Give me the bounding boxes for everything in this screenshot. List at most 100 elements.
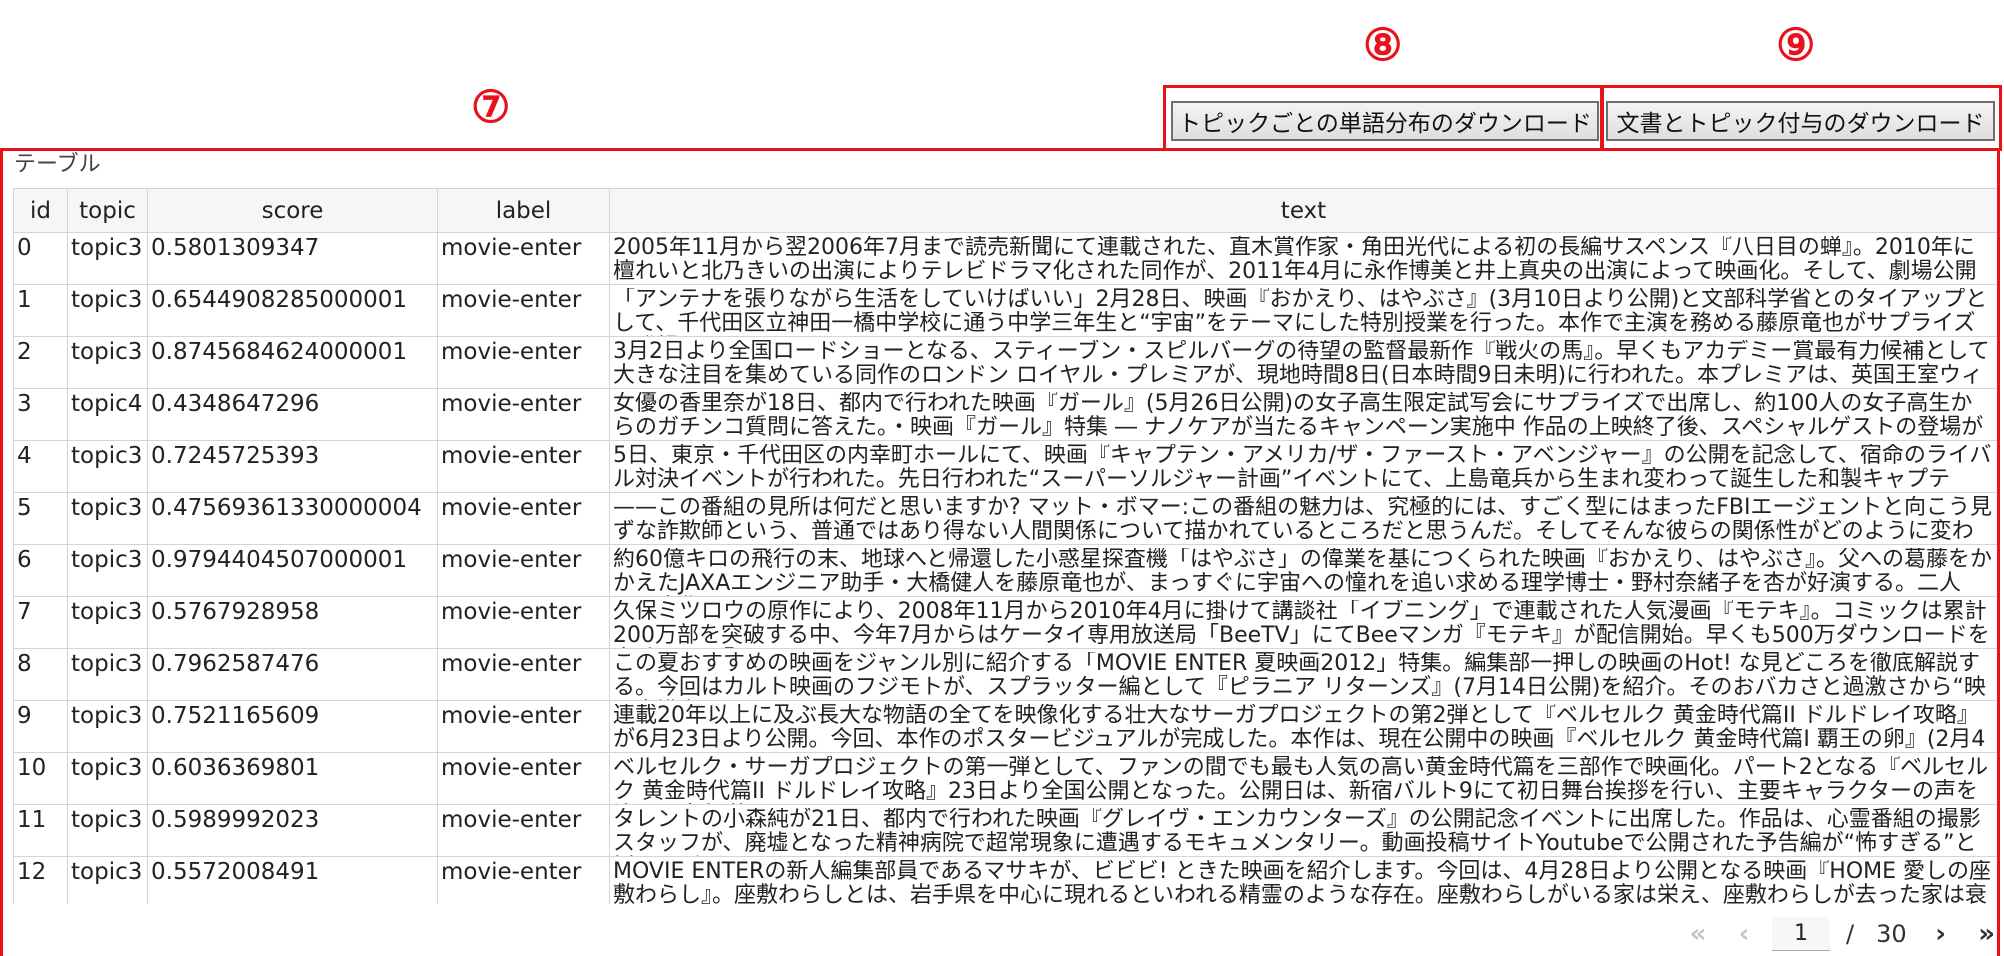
cell-label: movie-enter xyxy=(437,544,610,597)
cell-text: 女優の香里奈が18日、都内で行われた映画『ガール』(5月26日公開)の女子高生限… xyxy=(609,388,1997,441)
column-header-id[interactable]: id xyxy=(13,188,68,233)
cell-text: MOVIE ENTERの新人編集部員であるマサキが、ビビビ! ときた映画を紹介し… xyxy=(609,856,1997,904)
annotation-marker-7: ⑦ xyxy=(471,82,511,133)
column-header-topic[interactable]: topic xyxy=(67,188,148,233)
cell-text-content: 5日、東京・千代田区の内幸町ホールにて、映画『キャプテン・アメリカ/ザ・ファース… xyxy=(613,444,1992,492)
column-header-text[interactable]: text xyxy=(609,188,1997,233)
table-row[interactable]: 9 topic3 0.7521165609 movie-enter 連載20年以上に及ぶ… xyxy=(13,700,1997,753)
cell-topic: topic4 xyxy=(67,388,148,441)
cell-topic: topic3 xyxy=(67,752,148,805)
cell-topic: topic3 xyxy=(67,492,148,545)
table-row[interactable]: 12 topic3 0.5572008491 movie-enter MOVIE ENT… xyxy=(13,856,1997,904)
table-row[interactable]: 6 topic3 0.9794404507000001 movie-enter 約60億… xyxy=(13,544,1997,597)
cell-id: 12 xyxy=(13,856,68,904)
cell-text: 2005年11月から翌2006年7月まで読売新聞にて連載された、直木賞作家・角田… xyxy=(609,232,1997,285)
cell-score: 0.9794404507000001 xyxy=(147,544,438,597)
previous-page-icon[interactable]: ‹ xyxy=(1726,916,1762,952)
cell-score: 0.5989992023 xyxy=(147,804,438,857)
cell-text-content: 2005年11月から翌2006年7月まで読売新聞にて連載された、直木賞作家・角田… xyxy=(613,236,1977,284)
cell-text-content: この夏おすすめの映画をジャンル別に紹介する「MOVIE ENTER 夏映画201… xyxy=(613,652,1986,700)
page-separator: / xyxy=(1846,920,1855,948)
cell-id: 6 xyxy=(13,544,68,597)
cell-score: 0.6036369801 xyxy=(147,752,438,805)
page-number-input[interactable] xyxy=(1772,917,1830,951)
download-doc-topics-button[interactable]: 文書とトピック付与のダウンロード xyxy=(1606,101,1995,141)
cell-id: 3 xyxy=(13,388,68,441)
cell-topic: topic3 xyxy=(67,700,148,753)
cell-text: この夏おすすめの映画をジャンル別に紹介する「MOVIE ENTER 夏映画201… xyxy=(609,648,1997,701)
table-header-row: id topic score label text xyxy=(13,188,1997,233)
cell-id: 8 xyxy=(13,648,68,701)
cell-label: movie-enter xyxy=(437,492,610,545)
cell-text: 久保ミツロウの原作により、2008年11月から2010年4月に掛けて講談社「イブ… xyxy=(609,596,1997,649)
cell-id: 7 xyxy=(13,596,68,649)
cell-text: ——この番組の見所は何だと思いますか? マット・ボマー:この番組の魅力は、究極的… xyxy=(609,492,1997,545)
cell-id: 11 xyxy=(13,804,68,857)
cell-topic: topic3 xyxy=(67,544,148,597)
cell-topic: topic3 xyxy=(67,804,148,857)
cell-label: movie-enter xyxy=(437,648,610,701)
cell-score: 0.7521165609 xyxy=(147,700,438,753)
table-row[interactable]: 4 topic3 0.7245725393 movie-enter 5日、東京・千代田区… xyxy=(13,440,1997,493)
cell-label: movie-enter xyxy=(437,700,610,753)
cell-text: タレントの小森純が21日、都内で行われた映画『グレイヴ・エンカウンターズ』の公開… xyxy=(609,804,1997,857)
cell-topic: topic3 xyxy=(67,648,148,701)
cell-text-content: ベルセルク・サーガプロジェクトの第一弾として、ファンの間でも最も人気の高い黄金時… xyxy=(613,756,1989,804)
cell-id: 9 xyxy=(13,700,68,753)
cell-topic: topic3 xyxy=(67,284,148,337)
cell-id: 10 xyxy=(13,752,68,805)
table-row[interactable]: 3 topic4 0.4348647296 movie-enter 女優の香里奈が18日… xyxy=(13,388,1997,441)
next-page-icon[interactable]: › xyxy=(1923,916,1959,952)
table-row[interactable]: 7 topic3 0.5767928958 movie-enter 久保ミツロウの原作に… xyxy=(13,596,1997,649)
cell-label: movie-enter xyxy=(437,596,610,649)
cell-score: 0.5801309347 xyxy=(147,232,438,285)
cell-id: 0 xyxy=(13,232,68,285)
column-header-score[interactable]: score xyxy=(147,188,438,233)
table-row[interactable]: 11 topic3 0.5989992023 movie-enter タレントの小森純が… xyxy=(13,804,1997,857)
cell-score: 0.6544908285000001 xyxy=(147,284,438,337)
table-row[interactable]: 5 topic3 0.47569361330000004 movie-enter ——こ… xyxy=(13,492,1997,545)
cell-text-content: 「アンテナを張りながら生活をしていけばいい」2月28日、映画『おかえり、はやぶさ… xyxy=(613,288,1988,336)
cell-id: 2 xyxy=(13,336,68,389)
cell-text: 「アンテナを張りながら生活をしていけばいい」2月28日、映画『おかえり、はやぶさ… xyxy=(609,284,1997,337)
cell-text-content: 3月2日より全国ロードショーとなる、スティーブン・スピルバーグの待望の監督最新作… xyxy=(613,340,1990,388)
cell-text: 約60億キロの飛行の末、地球へと帰還した小惑星探査機「はやぶさ」の偉業を基につく… xyxy=(609,544,1997,597)
cell-text: 5日、東京・千代田区の内幸町ホールにて、映画『キャプテン・アメリカ/ザ・ファース… xyxy=(609,440,1997,493)
cell-label: movie-enter xyxy=(437,752,610,805)
table-row[interactable]: 2 topic3 0.8745684624000001 movie-enter 3月2日… xyxy=(13,336,1997,389)
cell-label: movie-enter xyxy=(437,388,610,441)
cell-text-content: 約60億キロの飛行の末、地球へと帰還した小惑星探査機「はやぶさ」の偉業を基につく… xyxy=(613,548,1993,596)
table-row[interactable]: 0 topic3 0.5801309347 movie-enter 2005年11月から… xyxy=(13,232,1997,285)
last-page-icon[interactable]: » xyxy=(1969,916,2004,952)
cell-topic: topic3 xyxy=(67,856,148,904)
table-row[interactable]: 10 topic3 0.6036369801 movie-enter ベルセルク・サーガ… xyxy=(13,752,1997,805)
cell-score: 0.8745684624000001 xyxy=(147,336,438,389)
cell-id: 4 xyxy=(13,440,68,493)
table-caption: テーブル xyxy=(14,152,101,177)
annotation-marker-9: ⑨ xyxy=(1776,20,1816,71)
cell-id: 5 xyxy=(13,492,68,545)
cell-text-content: タレントの小森純が21日、都内で行われた映画『グレイヴ・エンカウンターズ』の公開… xyxy=(613,808,1981,856)
table-row[interactable]: 1 topic3 0.6544908285000001 movie-enter 「アンテ… xyxy=(13,284,1997,337)
download-word-distribution-button[interactable]: トピックごとの単語分布のダウンロード xyxy=(1171,101,1599,141)
first-page-icon[interactable]: « xyxy=(1680,916,1716,952)
cell-text-content: ——この番組の見所は何だと思いますか? マット・ボマー:この番組の魅力は、究極的… xyxy=(613,496,1993,544)
cell-score: 0.47569361330000004 xyxy=(147,492,438,545)
total-pages: 30 xyxy=(1876,920,1907,948)
cell-topic: topic3 xyxy=(67,336,148,389)
cell-text: 3月2日より全国ロードショーとなる、スティーブン・スピルバーグの待望の監督最新作… xyxy=(609,336,1997,389)
data-table-container[interactable]: id topic score label text 0 topic3 0.58013… xyxy=(13,188,1997,904)
cell-id: 1 xyxy=(13,284,68,337)
pagination: « ‹ / 30 › » xyxy=(1680,914,2004,954)
cell-label: movie-enter xyxy=(437,232,610,285)
cell-score: 0.7245725393 xyxy=(147,440,438,493)
cell-label: movie-enter xyxy=(437,804,610,857)
cell-label: movie-enter xyxy=(437,284,610,337)
cell-text-content: 連載20年以上に及ぶ長大な物語の全てを映像化する壮大なサーガプロジェクトの第2弾… xyxy=(613,704,1986,752)
column-header-label[interactable]: label xyxy=(437,188,610,233)
cell-score: 0.7962587476 xyxy=(147,648,438,701)
cell-text: ベルセルク・サーガプロジェクトの第一弾として、ファンの間でも最も人気の高い黄金時… xyxy=(609,752,1997,805)
cell-text-content: 女優の香里奈が18日、都内で行われた映画『ガール』(5月26日公開)の女子高生限… xyxy=(613,392,1984,440)
cell-score: 0.5572008491 xyxy=(147,856,438,904)
table-row[interactable]: 8 topic3 0.7962587476 movie-enter この夏おすすめの映画… xyxy=(13,648,1997,701)
